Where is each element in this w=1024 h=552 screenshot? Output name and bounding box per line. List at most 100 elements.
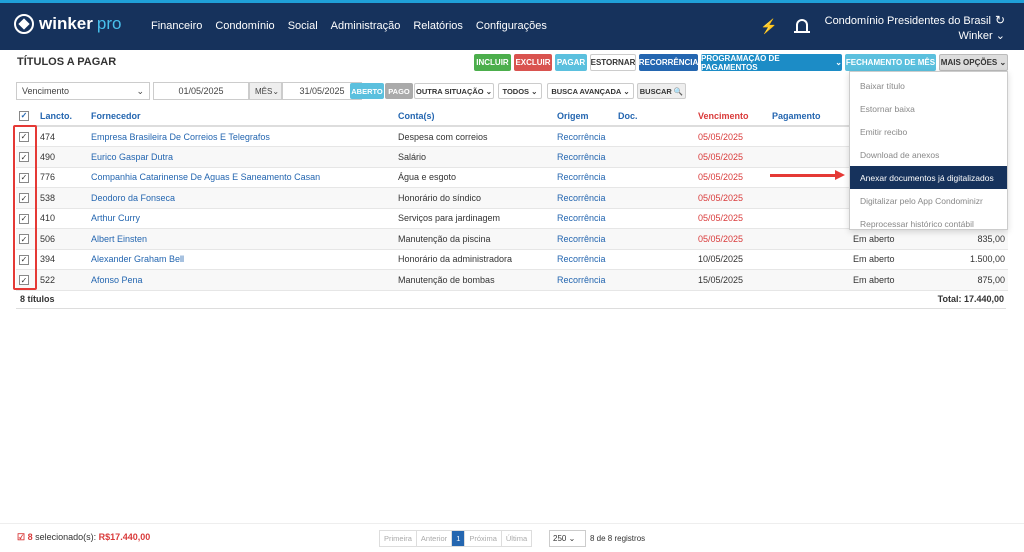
excluir-button[interactable]: EXCLUIR bbox=[514, 54, 552, 71]
todos-select[interactable]: TODOS ⌄ bbox=[498, 83, 542, 99]
status-aberto-toggle[interactable]: ABERTO bbox=[350, 83, 384, 99]
estornar-button[interactable]: ESTORNAR bbox=[590, 54, 636, 71]
cell-valor: 1.500,00 bbox=[923, 249, 1008, 270]
row-checkbox[interactable]: ✓ bbox=[19, 254, 29, 265]
cell-conta: Honorário da administradora bbox=[395, 249, 554, 270]
cell-vencimento: 05/05/2025 bbox=[695, 146, 769, 168]
select-all-checkbox[interactable]: ✓ bbox=[19, 110, 29, 121]
cell-vencimento: 05/05/2025 bbox=[695, 228, 769, 250]
cell-fornecedor[interactable]: Companhia Catarinense De Aguas E Saneame… bbox=[88, 167, 395, 188]
pager-previous[interactable]: Anterior bbox=[417, 531, 453, 546]
nav-configuracoes[interactable]: Configurações bbox=[476, 20, 547, 32]
nav-administracao[interactable]: Administração bbox=[331, 20, 401, 32]
mais-opcoes-label: MAIS OPÇÕES bbox=[940, 58, 998, 67]
row-checkbox[interactable]: ✓ bbox=[19, 275, 29, 285]
selection-summary: ☑ 8 selecionado(s): R$17.440,00 bbox=[17, 532, 150, 543]
menu-item-emitir-recibo[interactable]: Emitir recibo bbox=[850, 120, 1007, 143]
col-fornecedor[interactable]: Fornecedor bbox=[88, 106, 395, 127]
buscar-button[interactable]: BUSCAR 🔍 bbox=[637, 83, 686, 99]
programacao-pagamentos-button[interactable]: PROGRAMAÇÃO DE PAGAMENTOS ⌄ bbox=[701, 54, 842, 72]
cell-origem[interactable]: Recorrência bbox=[554, 167, 615, 188]
col-vencimento[interactable]: Vencimento bbox=[695, 106, 769, 127]
search-icon: 🔍 bbox=[673, 86, 684, 96]
period-select[interactable]: MÊS ⌄ bbox=[249, 82, 282, 100]
refresh-icon[interactable]: ↻ bbox=[995, 13, 1005, 27]
mais-opcoes-menu: Baixar título Estornar baixa Emitir reci… bbox=[849, 71, 1008, 230]
status-pago-toggle[interactable]: PAGO bbox=[385, 83, 413, 99]
cell-fornecedor[interactable]: Eurico Gaspar Dutra bbox=[88, 146, 395, 168]
cell-origem[interactable]: Recorrência bbox=[554, 249, 615, 270]
row-checkbox[interactable]: ✓ bbox=[19, 234, 29, 244]
row-checkbox[interactable]: ✓ bbox=[19, 172, 29, 183]
buscar-label: BUSCAR bbox=[639, 86, 672, 96]
pager-next[interactable]: Próxima bbox=[465, 531, 502, 546]
page-size-value: 250 bbox=[553, 534, 567, 543]
nav-social[interactable]: Social bbox=[288, 20, 318, 32]
cell-lancto: 538 bbox=[37, 187, 88, 209]
cell-fornecedor[interactable]: Deodoro da Fonseca bbox=[88, 187, 395, 209]
row-checkbox[interactable]: ✓ bbox=[19, 213, 29, 224]
menu-item-download-anexos[interactable]: Download de anexos bbox=[850, 143, 1007, 166]
fechamento-mes-button[interactable]: FECHAMENTO DE MÊS bbox=[845, 54, 936, 71]
table-row[interactable]: ✓ 522 Afonso Pena Manutenção de bombas Recor… bbox=[16, 269, 1008, 291]
col-doc[interactable]: Doc. bbox=[615, 106, 695, 127]
table-row[interactable]: ✓ 394 Alexander Graham Bell Honorário da ad… bbox=[16, 249, 1008, 270]
cell-origem[interactable]: Recorrência bbox=[554, 208, 615, 229]
cell-origem[interactable]: Recorrência bbox=[554, 187, 615, 209]
user-name: Winker bbox=[958, 30, 993, 42]
cell-fornecedor[interactable]: Arthur Curry bbox=[88, 208, 395, 229]
pagar-button[interactable]: PAGAR bbox=[555, 54, 587, 71]
table-footer: 8 títulos Total: 17.440,00 bbox=[16, 291, 1006, 309]
col-contas[interactable]: Conta(s) bbox=[395, 106, 554, 127]
menu-item-anexar-documentos[interactable]: Anexar documentos já digitalizados bbox=[850, 166, 1007, 189]
date-field-select[interactable]: Vencimento ⌄ bbox=[16, 82, 150, 100]
cell-lancto: 522 bbox=[37, 269, 88, 291]
menu-item-estornar-baixa[interactable]: Estornar baixa bbox=[850, 97, 1007, 120]
incluir-button[interactable]: INCLUIR bbox=[474, 54, 511, 71]
main-nav: Financeiro Condomínio Social Administraç… bbox=[151, 20, 547, 32]
date-from-input[interactable]: 01/05/2025 bbox=[153, 82, 249, 100]
nav-condominio[interactable]: Condomínio bbox=[215, 20, 274, 32]
recorrencia-button[interactable]: RECORRÊNCIA bbox=[639, 54, 698, 71]
row-checkbox[interactable]: ✓ bbox=[19, 152, 29, 162]
nav-financeiro[interactable]: Financeiro bbox=[151, 20, 202, 32]
org-switcher[interactable]: Condomínio Presidentes do Brasil ↻ Winker… bbox=[825, 13, 1005, 44]
lightning-icon[interactable]: ⚡ bbox=[760, 18, 777, 35]
cell-origem[interactable]: Recorrência bbox=[554, 228, 615, 250]
cell-vencimento: 10/05/2025 bbox=[695, 249, 769, 270]
cell-pagamento bbox=[769, 208, 850, 229]
nav-relatorios[interactable]: Relatórios bbox=[413, 20, 463, 32]
pager-page-1[interactable]: 1 bbox=[452, 531, 466, 546]
row-checkbox[interactable]: ✓ bbox=[19, 193, 29, 203]
cell-fornecedor[interactable]: Empresa Brasileira De Correios E Telegra… bbox=[88, 126, 395, 147]
row-checkbox[interactable]: ✓ bbox=[19, 131, 29, 142]
col-pagamento[interactable]: Pagamento bbox=[769, 106, 850, 127]
bell-icon[interactable] bbox=[794, 19, 810, 33]
cell-doc bbox=[615, 167, 695, 188]
busca-avancada-label: BUSCA AVANÇADA bbox=[551, 86, 622, 96]
cell-fornecedor[interactable]: Alexander Graham Bell bbox=[88, 249, 395, 270]
cell-doc bbox=[615, 146, 695, 168]
page-size-select[interactable]: 250 ⌄ bbox=[549, 530, 586, 547]
cell-origem[interactable]: Recorrência bbox=[554, 146, 615, 168]
cell-origem[interactable]: Recorrência bbox=[554, 269, 615, 291]
menu-item-reprocessar-historico[interactable]: Reprocessar histórico contábil bbox=[850, 212, 1007, 235]
cell-origem[interactable]: Recorrência bbox=[554, 126, 615, 147]
col-origem[interactable]: Origem bbox=[554, 106, 615, 127]
outra-situacao-select[interactable]: OUTRA SITUAÇÃO ⌄ bbox=[414, 83, 494, 99]
mais-opcoes-button[interactable]: MAIS OPÇÕES ⌄ bbox=[939, 54, 1008, 71]
logo-text: winker bbox=[39, 14, 93, 33]
pager-last[interactable]: Última bbox=[502, 531, 531, 546]
col-lancto[interactable]: Lancto. bbox=[37, 106, 88, 127]
cell-fornecedor[interactable]: Albert Einsten bbox=[88, 228, 395, 250]
menu-item-digitalizar-app[interactable]: Digitalizar pelo App Condominizr bbox=[850, 189, 1007, 212]
top-bar: winker pro Financeiro Condomínio Social … bbox=[0, 0, 1024, 50]
cell-pagamento bbox=[769, 126, 850, 147]
cell-fornecedor[interactable]: Afonso Pena bbox=[88, 269, 395, 291]
winker-logo[interactable]: winker pro bbox=[14, 14, 121, 34]
pager-first[interactable]: Primeira bbox=[380, 531, 417, 546]
cell-doc bbox=[615, 208, 695, 229]
cell-pagamento bbox=[769, 228, 850, 250]
menu-item-baixar-titulo[interactable]: Baixar título bbox=[850, 74, 1007, 97]
busca-avancada-select[interactable]: BUSCA AVANÇADA ⌄ bbox=[547, 83, 634, 99]
